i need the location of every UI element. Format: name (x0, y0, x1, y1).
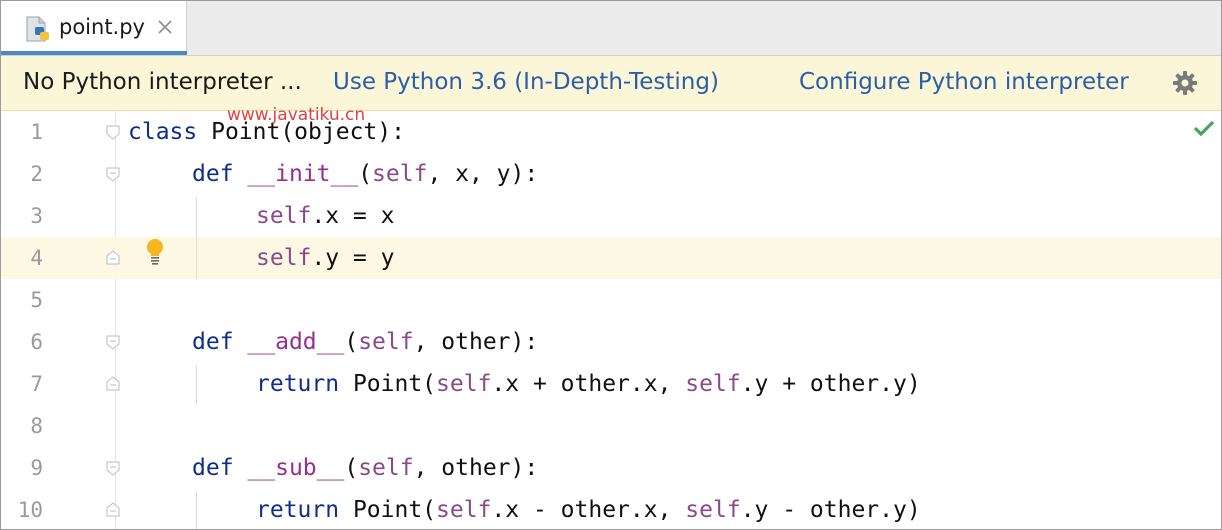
indent-guide (196, 491, 197, 529)
code-self: self (358, 329, 414, 355)
code-line[interactable]: 5 (1, 279, 1221, 321)
code-token: .x + other.x, (491, 371, 686, 397)
code-token: , other): (413, 329, 539, 355)
fold-open-icon[interactable] (105, 166, 121, 182)
code-token: ( (358, 161, 373, 187)
code-text[interactable]: return Point(self.x - other.x, self.y - … (256, 489, 921, 529)
banner-message: No Python interpreter ... (23, 69, 302, 95)
code-text[interactable]: return Point(self.x + other.x, self.y + … (256, 363, 921, 405)
code-token: .y + other.y) (740, 371, 921, 397)
gear-icon[interactable] (1171, 69, 1199, 97)
fold-close-icon[interactable] (105, 502, 121, 518)
fold-close-icon[interactable] (105, 376, 121, 392)
code-line-current[interactable]: 4 self.y = y (1, 237, 1221, 279)
line-number: 9 (30, 456, 43, 480)
line-number: 6 (30, 330, 43, 354)
code-self: self (685, 371, 741, 397)
active-tab-indicator (1, 51, 187, 55)
code-keyword: def (192, 455, 234, 481)
code-self: self (256, 245, 312, 271)
editor-window: point.py No Python interpreter ... Use P… (0, 0, 1222, 530)
code-line[interactable]: 1 class Point(object): (1, 111, 1221, 153)
code-self: self (436, 371, 492, 397)
line-number: 1 (30, 120, 43, 144)
code-self: self (372, 161, 428, 187)
fold-open-icon[interactable] (105, 460, 121, 476)
code-dunder-name: __sub__ (247, 455, 345, 481)
code-self: self (256, 203, 312, 229)
code-line[interactable]: 8 (1, 405, 1221, 447)
code-text[interactable]: def __add__(self, other): (192, 321, 538, 363)
line-number: 3 (30, 204, 43, 228)
code-line[interactable]: 3 self.x = x (1, 195, 1221, 237)
code-keyword: return (256, 371, 340, 397)
code-keyword: return (256, 497, 340, 523)
code-dunder-name: __init__ (247, 161, 359, 187)
code-text[interactable]: def __sub__(self, other): (192, 447, 538, 489)
tab-point-py[interactable]: point.py (1, 1, 187, 55)
indent-guide (196, 197, 197, 279)
code-keyword: class (128, 119, 198, 145)
line-number: 10 (17, 498, 43, 522)
tab-bar: point.py (1, 1, 1221, 56)
line-number: 2 (30, 162, 43, 186)
lightbulb-icon[interactable] (144, 238, 166, 266)
code-self: self (436, 497, 492, 523)
fold-open-icon[interactable] (105, 124, 121, 140)
code-text[interactable]: self.x = x (256, 195, 394, 237)
code-keyword: def (192, 329, 234, 355)
code-token: .x - other.x, (491, 497, 686, 523)
close-icon[interactable] (156, 18, 174, 36)
code-token: ( (344, 455, 359, 481)
code-token: .y - other.y) (740, 497, 921, 523)
tab-label: point.py (59, 15, 145, 39)
code-line[interactable]: 10 return Point(self.x - other.x, self.y… (1, 489, 1221, 529)
python-file-icon (26, 16, 49, 42)
code-keyword: def (192, 161, 234, 187)
inspection-ok-check-icon[interactable] (1193, 119, 1215, 137)
code-token: ( (344, 329, 359, 355)
code-line[interactable]: 6 def __add__(self, other): (1, 321, 1221, 363)
code-line[interactable]: 7 return Point(self.x + other.x, self.y … (1, 363, 1221, 405)
code-dunder-name: __add__ (247, 329, 345, 355)
fold-open-icon[interactable] (105, 334, 121, 350)
line-number: 7 (30, 372, 43, 396)
code-token: .y = y (311, 245, 395, 271)
code-token: , x, y): (427, 161, 539, 187)
code-self: self (685, 497, 741, 523)
code-token: .x = x (311, 203, 395, 229)
code-token: Point( (339, 371, 437, 397)
use-python-link[interactable]: Use Python 3.6 (In-Depth-Testing) (333, 69, 719, 95)
code-text[interactable]: self.y = y (256, 237, 394, 279)
fold-close-icon[interactable] (105, 250, 121, 266)
code-line[interactable]: 2 def __init__(self, x, y): (1, 153, 1221, 195)
interpreter-warning-banner: No Python interpreter ... Use Python 3.6… (1, 56, 1221, 111)
code-token: , other): (413, 455, 539, 481)
code-text[interactable]: def __init__(self, x, y): (192, 153, 538, 195)
configure-interpreter-link[interactable]: Configure Python interpreter (799, 69, 1129, 95)
line-number: 4 (30, 246, 43, 270)
code-self: self (358, 455, 414, 481)
watermark: www.javatiku.cn (227, 105, 366, 125)
line-number: 8 (30, 414, 43, 438)
line-number: 5 (30, 288, 43, 312)
indent-guide (196, 365, 197, 405)
code-token: Point( (339, 497, 437, 523)
code-line[interactable]: 9 def __sub__(self, other): (1, 447, 1221, 489)
